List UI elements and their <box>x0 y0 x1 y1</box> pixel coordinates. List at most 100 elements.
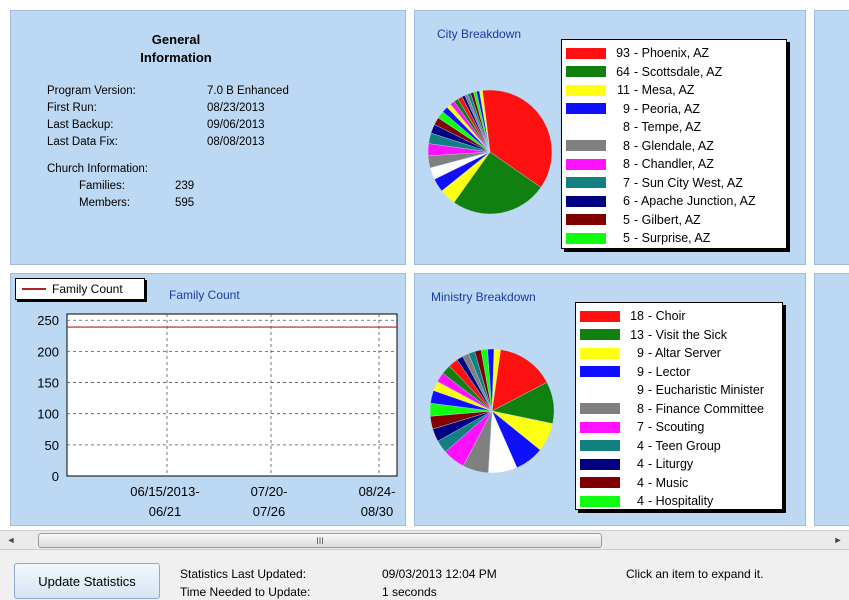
y-tick-label: 0 <box>52 469 59 484</box>
scrollbar-thumb[interactable]: III <box>38 533 602 548</box>
city-legend-swatch <box>566 177 606 188</box>
city-legend-count: 93 <box>616 46 630 60</box>
general-info-title: General Information <box>11 31 341 67</box>
x-tick-label: 06/15/2013- <box>130 484 199 499</box>
city-legend-count: 5 <box>623 231 630 245</box>
city-legend: 93 - Phoenix, AZ 64 - Scottsdale, AZ 11 - Mes… <box>561 39 787 249</box>
horizontal-scrollbar[interactable]: ◄ III ► <box>0 530 849 550</box>
city-legend-count: 11 <box>617 83 630 97</box>
y-tick-label: 50 <box>45 438 59 453</box>
city-legend-count: 8 <box>623 120 630 134</box>
ministry-legend-label: - Hospitality <box>648 494 714 508</box>
x-tick-label: 07/20- <box>251 484 288 499</box>
city-pie-chart[interactable] <box>425 87 555 217</box>
update-statistics-button[interactable]: Update Statistics <box>14 563 160 599</box>
family-count-panel[interactable]: Family Count Family Count 250 200 150 100 50… <box>10 273 406 526</box>
city-legend-swatch <box>566 158 606 170</box>
ministry-legend-item[interactable]: 9 - Eucharistic Minister <box>580 381 764 399</box>
ministry-legend-count: 18 <box>630 309 644 323</box>
ministry-legend-item[interactable]: 4 - Teen Group <box>580 437 721 455</box>
city-legend-item[interactable]: 8 - Chandler, AZ <box>566 155 714 173</box>
ministry-legend-swatch <box>580 495 620 507</box>
city-legend-item[interactable]: 5 - Surprise, AZ <box>566 229 710 247</box>
ministry-legend: 18 - Choir 13 - Visit the Sick 9 - Altar Serv… <box>575 302 783 510</box>
scroll-left-arrow-icon[interactable]: ◄ <box>2 531 20 549</box>
x-tick-label: 06/21 <box>149 504 182 519</box>
ministry-legend-item[interactable]: 4 - Hospitality <box>580 492 713 510</box>
city-legend-item[interactable]: 8 - Tempe, AZ <box>566 118 701 136</box>
ministry-breakdown-panel[interactable]: Ministry Breakdown 18 - Choir 13 - Visit th… <box>414 273 806 526</box>
ministry-legend-item[interactable]: 4 - Liturgy <box>580 455 693 473</box>
status-hint: Click an item to expand it. <box>626 567 764 581</box>
city-legend-count: 5 <box>623 212 630 227</box>
city-legend-count: 8 <box>623 138 630 153</box>
ministry-legend-item[interactable]: 7 - Scouting <box>580 418 704 436</box>
general-info-title-line1: General <box>151 32 201 47</box>
city-legend-item[interactable]: 5 - Gilbert, AZ <box>566 211 701 229</box>
line-chart-plot-area <box>66 313 398 477</box>
city-legend-swatch <box>566 214 606 225</box>
city-legend-item[interactable]: 11 - Mesa, AZ <box>566 81 694 99</box>
family-count-title: Family Count <box>169 288 240 302</box>
ministry-legend-item[interactable]: 13 - Visit the Sick <box>580 326 727 344</box>
city-legend-item[interactable]: 6 - Apache Junction, AZ <box>566 192 756 210</box>
last-updated-label: Statistics Last Updated: <box>180 567 307 581</box>
family-count-legend: Family Count <box>15 278 145 300</box>
city-legend-count: 7 <box>623 175 630 190</box>
ministry-legend-item[interactable]: 18 - Choir <box>580 307 686 325</box>
y-tick-label: 100 <box>37 407 59 422</box>
ministry-legend-item[interactable]: 4 - Music <box>580 474 688 492</box>
members-value: 595 <box>175 197 195 209</box>
family-count-legend-swatch <box>22 288 46 290</box>
status-bar: Update Statistics Statistics Last Update… <box>0 551 849 600</box>
ministry-legend-count: 4 <box>637 494 644 508</box>
y-tick-label: 250 <box>37 313 59 328</box>
ministry-legend-count: 4 <box>637 457 644 471</box>
city-legend-label: - Gilbert, AZ <box>634 212 701 227</box>
ministry-legend-label: - Teen Group <box>648 438 721 453</box>
ministry-legend-swatch <box>580 310 620 322</box>
ministry-legend-count: 9 <box>637 383 644 397</box>
last-backup-label: Last Backup: <box>47 119 114 131</box>
ministry-legend-item[interactable]: 8 - Finance Committee <box>580 400 764 418</box>
city-legend-item[interactable]: 9 - Peoria, AZ <box>566 100 700 118</box>
city-legend-item[interactable]: 7 - Sun City West, AZ <box>566 174 743 192</box>
ministry-legend-swatch <box>580 440 620 451</box>
families-label: Families: <box>79 180 126 192</box>
church-information-label: Church Information: <box>47 163 148 175</box>
city-legend-swatch <box>566 84 606 96</box>
city-legend-item[interactable]: 64 - Scottsdale, AZ <box>566 63 722 81</box>
scroll-right-arrow-icon[interactable]: ► <box>829 531 847 549</box>
ministry-legend-label: - Eucharistic Minister <box>648 383 764 397</box>
ministry-legend-label: - Finance Committee <box>648 401 765 416</box>
ministry-legend-item[interactable]: 9 - Lector <box>580 363 690 381</box>
city-legend-label: - Mesa, AZ <box>634 83 695 97</box>
city-breakdown-panel[interactable]: City Breakdown 93 - Phoenix, AZ 64 - Scotts… <box>414 10 806 265</box>
city-legend-label: - Apache Junction, AZ <box>634 194 756 208</box>
time-needed-value: 1 seconds <box>382 585 437 599</box>
y-tick-label: 150 <box>37 376 59 391</box>
ministry-legend-count: 7 <box>637 420 644 434</box>
first-run-label: First Run: <box>47 102 97 114</box>
city-legend-label: - Tempe, AZ <box>634 120 702 134</box>
ministry-legend-count: 9 <box>637 346 644 360</box>
ministry-legend-count: 8 <box>637 401 644 416</box>
last-data-fix-label: Last Data Fix: <box>47 136 118 148</box>
ministry-legend-label: - Lector <box>648 364 691 379</box>
dashboard-viewport: General Information Program Version: 7.0… <box>0 0 849 530</box>
city-legend-count: 64 <box>616 64 630 79</box>
last-backup-value: 09/06/2013 <box>207 119 265 131</box>
general-info-title-line2: Information <box>140 50 212 65</box>
family-count-line-chart[interactable]: 250 200 150 100 50 0 06/15/2013- 06/21 07/20- 07/… <box>11 308 403 524</box>
ministry-pie-chart[interactable] <box>427 346 557 476</box>
city-legend-label: - Glendale, AZ <box>634 138 714 153</box>
ministry-legend-label: - Visit the Sick <box>648 327 727 342</box>
ministry-legend-swatch <box>580 347 620 359</box>
city-legend-item[interactable]: 8 - Glendale, AZ <box>566 137 714 155</box>
city-legend-item[interactable]: 93 - Phoenix, AZ <box>566 44 709 62</box>
city-legend-label: - Phoenix, AZ <box>634 46 710 60</box>
city-legend-swatch <box>566 47 606 59</box>
ministry-legend-item[interactable]: 9 - Altar Server <box>580 344 721 362</box>
general-information-panel[interactable]: General Information Program Version: 7.0… <box>10 10 406 265</box>
ministry-legend-label: - Music <box>648 475 689 490</box>
